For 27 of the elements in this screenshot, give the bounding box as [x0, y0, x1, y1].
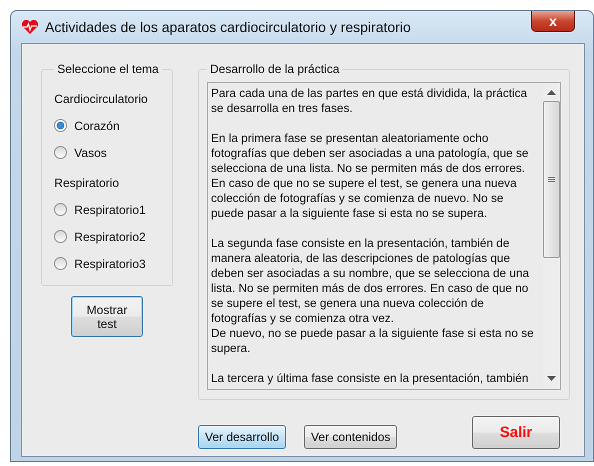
scroll-up-icon[interactable]: [547, 90, 556, 96]
section-heading: Respiratorio: [54, 176, 120, 190]
window-title: Actividades de los aparatos cardiocirculatorio y respiratorio: [45, 19, 411, 35]
scroll-down-icon[interactable]: [547, 376, 556, 382]
radio-label[interactable]: Respiratorio3: [74, 256, 146, 270]
description-paragraph: La tercera y última fase consiste en la presentación, también: [211, 371, 530, 386]
radio-label[interactable]: Respiratorio2: [74, 230, 146, 244]
heart-icon: [21, 19, 39, 35]
view-button[interactable]: Ver contenidos: [304, 425, 398, 449]
group-title: Seleccione el tema: [56, 62, 160, 76]
description-paragraph: Para cada una de las partes en que está dividida, la práctica se desarrolla en tres fases.: [211, 86, 528, 116]
radio-label[interactable]: Vasos: [74, 146, 107, 160]
radio-button[interactable]: [54, 257, 68, 270]
show-test-button[interactable]: Mostrar test: [71, 296, 143, 337]
radio-button[interactable]: [54, 203, 68, 216]
radio-label[interactable]: Corazón: [74, 118, 120, 132]
radio-button[interactable]: [54, 146, 68, 159]
group-title: Desarrollo de la práctica: [209, 62, 340, 76]
radio-button[interactable]: [54, 119, 68, 132]
close-button[interactable]: x: [531, 11, 575, 32]
view-button[interactable]: Ver desarrollo: [198, 425, 286, 449]
section-heading: Cardiocirculatorio: [54, 92, 149, 106]
scroll-thumb[interactable]: [543, 101, 560, 258]
description-paragraph: La segunda fase consiste en la presentación, también de manera aleatoria, de las descripciones de patologías que deben ser asociadas a su nombre, que se selecciona de una lista. No se permiten más de dos errores. En caso de que no se supere el test, se genera una nueva colección de fotografías y se comienza otra vez. De nuevo, no se puede pasar a la siguiente fase si esta no se supera.: [211, 236, 535, 356]
radio-label[interactable]: Respiratorio1: [74, 202, 146, 216]
radio-button[interactable]: [54, 230, 68, 243]
description-paragraph: En la primera fase se presentan aleatoriamente ocho fotografías que deben ser asociadas a una patología, que se selecciona de una lista. No se permiten más de dos errores. En caso de que no se supere el test, se genera una nueva colección de fotografías y se comienza de nuevo. No se puede pasar a la siguiente fase si esta no se supera.: [211, 131, 530, 221]
